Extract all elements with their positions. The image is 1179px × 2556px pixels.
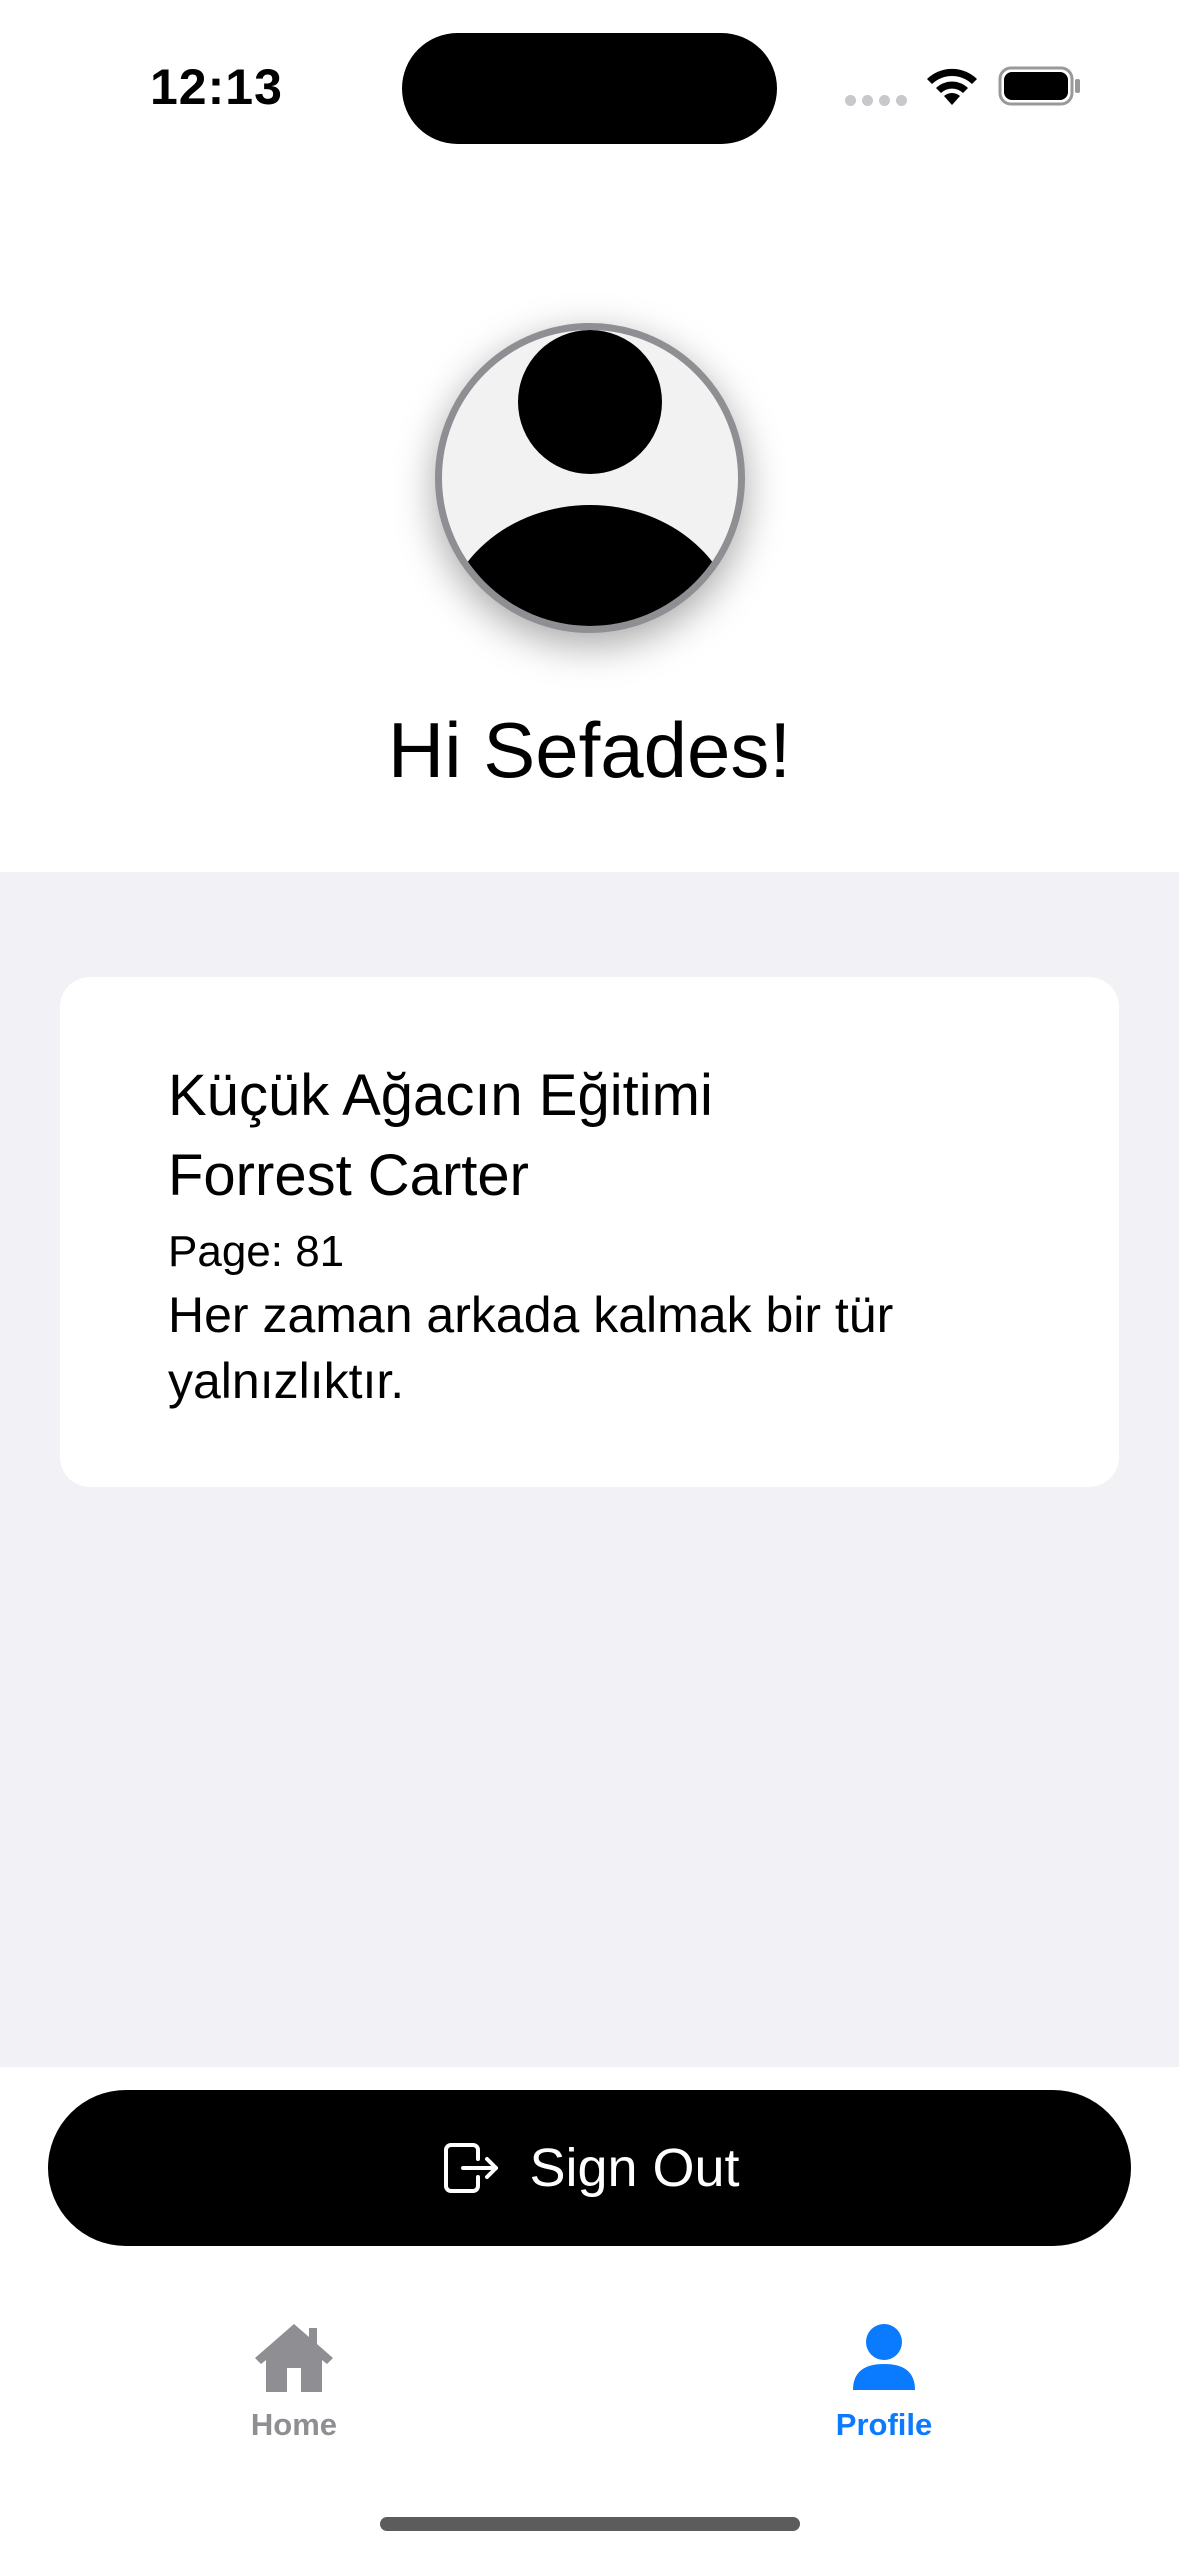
- sign-out-label: Sign Out: [529, 2138, 740, 2198]
- tab-profile-label: Profile: [835, 2407, 933, 2442]
- book-quote: Her zaman arkada kalmak bir tür yalnızlı…: [168, 1287, 894, 1409]
- content-area: Küçük Ağacın Eğitimi Forrest Carter Page…: [0, 872, 1179, 2067]
- book-page: Page: 81: [168, 1227, 345, 1276]
- tab-home-label: Home: [250, 2407, 338, 2442]
- status-time: 12:13: [150, 59, 283, 115]
- tab-home[interactable]: Home: [194, 2320, 394, 2443]
- status-bar: 12:13: [0, 0, 1179, 160]
- greeting-title: Hi Sefades!: [387, 706, 792, 794]
- home-indicator[interactable]: [380, 2517, 800, 2531]
- battery-icon: [998, 66, 1080, 106]
- sign-out-icon: [444, 2143, 499, 2193]
- tab-profile[interactable]: Profile: [784, 2320, 984, 2443]
- book-title: Küçük Ağacın Eğitimi: [168, 1063, 713, 1128]
- profile-header: Hi Sefades!: [0, 160, 1179, 872]
- book-author: Forrest Carter: [168, 1143, 529, 1208]
- wifi-icon: [927, 68, 977, 105]
- sign-out-button[interactable]: Sign Out: [48, 2090, 1131, 2246]
- dynamic-island: [402, 33, 777, 144]
- cellular-signal-icon: [845, 95, 907, 106]
- quote-card[interactable]: Küçük Ağacın Eğitimi Forrest Carter Page…: [60, 977, 1119, 1487]
- house-icon: [255, 2324, 333, 2392]
- person-avatar-icon: [435, 323, 745, 633]
- tab-bar: Home Profile: [0, 2280, 1179, 2556]
- person-icon: [853, 2324, 915, 2390]
